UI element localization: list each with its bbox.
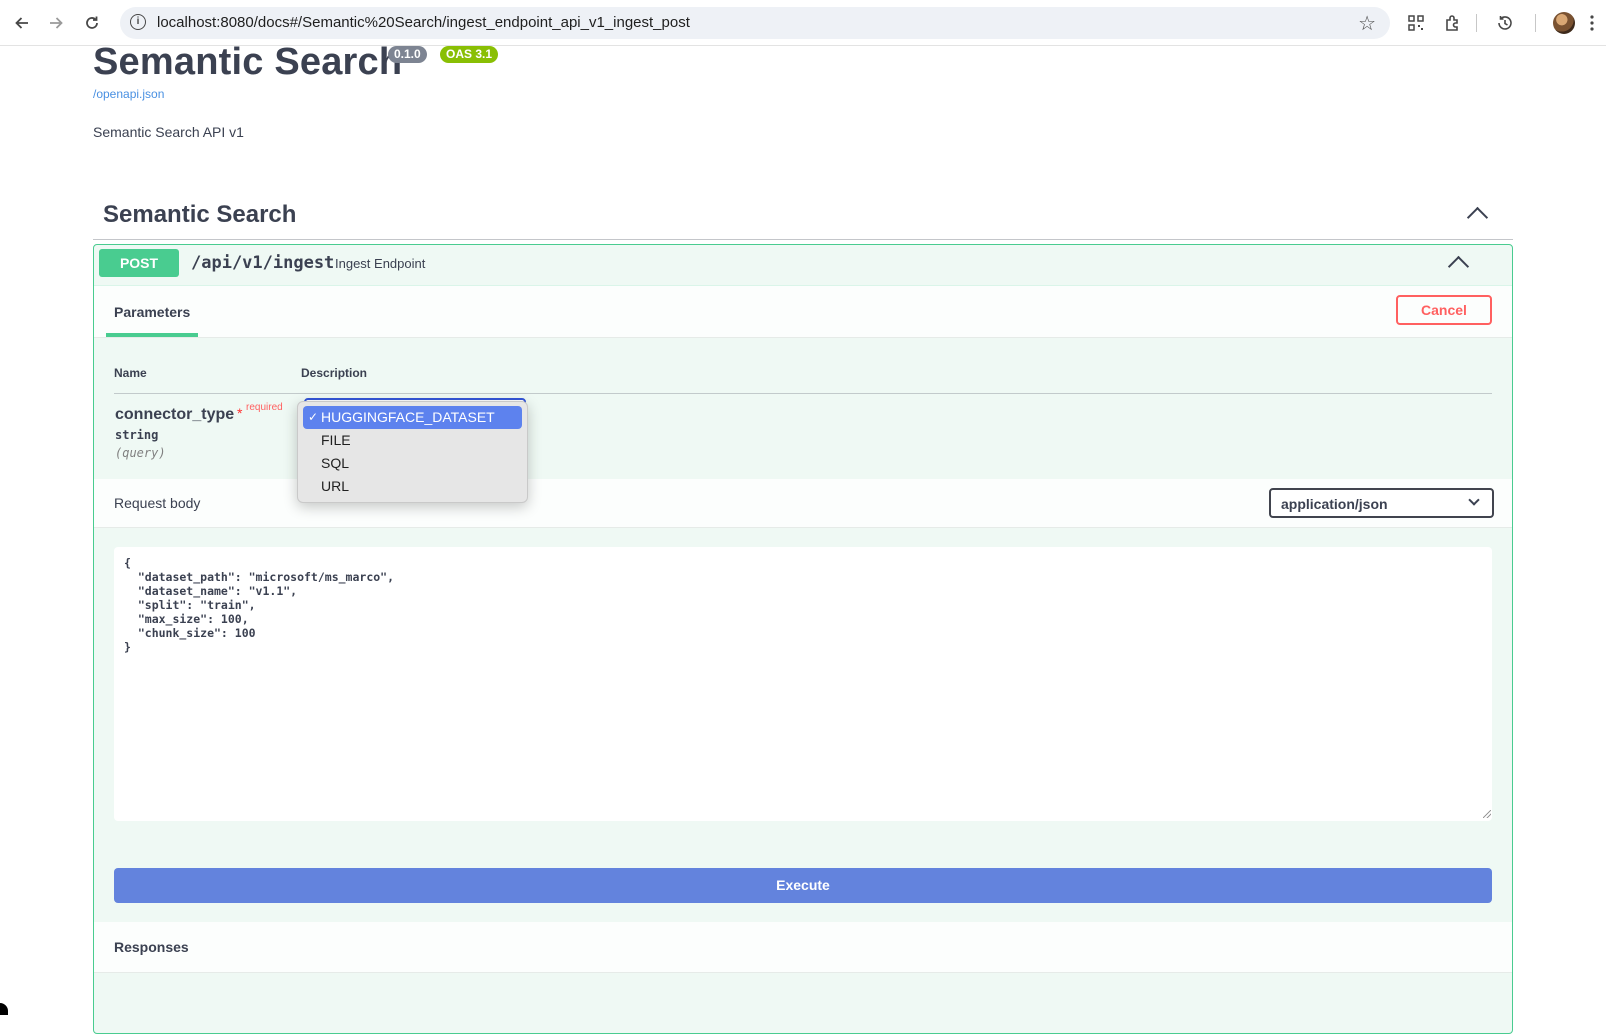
collapse-chevron-up-icon[interactable] bbox=[1466, 206, 1489, 229]
history-icon[interactable] bbox=[1490, 8, 1520, 38]
window-corner bbox=[0, 1003, 8, 1015]
required-label: required bbox=[246, 402, 283, 413]
execute-button[interactable]: Execute bbox=[114, 868, 1492, 903]
connector-type-dropdown: ✓ HUGGINGFACE_DATASET FILE SQL URL bbox=[297, 401, 528, 503]
tab-active-underline bbox=[106, 333, 198, 337]
table-header-divider bbox=[114, 393, 1492, 394]
toolbar-separator bbox=[1535, 14, 1536, 32]
site-info-icon[interactable]: i bbox=[130, 14, 146, 30]
option-label: URL bbox=[321, 478, 350, 494]
dropdown-option-url[interactable]: URL bbox=[303, 475, 522, 498]
reload-icon[interactable] bbox=[77, 8, 107, 38]
dropdown-option-huggingface-dataset[interactable]: ✓ HUGGINGFACE_DATASET bbox=[303, 406, 522, 429]
param-name: connector_type bbox=[115, 406, 235, 423]
tag-title: Semantic Search bbox=[103, 201, 297, 228]
responses-title: Responses bbox=[114, 939, 189, 955]
textarea-resize-handle[interactable] bbox=[1483, 810, 1491, 818]
page-title: Semantic Search bbox=[93, 41, 403, 83]
extensions-icon[interactable] bbox=[1438, 8, 1468, 38]
request-body-textarea[interactable]: { "dataset_path": "microsoft/ms_marco", … bbox=[114, 547, 1492, 821]
operation-summary-text: Ingest Endpoint bbox=[335, 256, 426, 271]
operation-summary[interactable]: POST /api/v1/ingest Ingest Endpoint bbox=[94, 245, 1512, 286]
version-badge: 0.1.0 bbox=[388, 46, 427, 63]
openapi-json-link[interactable]: /openapi.json bbox=[93, 87, 164, 101]
dropdown-option-file[interactable]: FILE bbox=[303, 429, 522, 452]
checkmark-icon: ✓ bbox=[308, 410, 319, 424]
request-body-title: Request body bbox=[114, 495, 201, 511]
method-badge: POST bbox=[99, 249, 179, 277]
param-location: (query) bbox=[115, 446, 166, 460]
content-type-select[interactable]: application/json bbox=[1269, 488, 1494, 518]
oas-badge: OAS 3.1 bbox=[440, 46, 499, 63]
api-description: Semantic Search API v1 bbox=[93, 124, 244, 140]
cancel-button[interactable]: Cancel bbox=[1396, 295, 1492, 325]
forward-icon[interactable] bbox=[41, 8, 71, 38]
required-star: * bbox=[237, 405, 243, 421]
parameters-header: Parameters Cancel bbox=[94, 285, 1512, 338]
column-header-description: Description bbox=[301, 366, 368, 380]
operation-chevron-up-icon[interactable] bbox=[1447, 255, 1470, 278]
url-text: localhost:8080/docs#/Semantic%20Search/i… bbox=[157, 14, 690, 31]
option-label: HUGGINGFACE_DATASET bbox=[321, 409, 495, 425]
operation-path: /api/v1/ingest bbox=[191, 253, 335, 273]
browser-toolbar: i localhost:8080/docs#/Semantic%20Search… bbox=[0, 0, 1606, 46]
column-header-name: Name bbox=[114, 366, 147, 380]
address-bar[interactable]: i localhost:8080/docs#/Semantic%20Search… bbox=[120, 7, 1390, 39]
tab-parameters[interactable]: Parameters bbox=[114, 304, 190, 320]
operation-block: POST /api/v1/ingest Ingest Endpoint Para… bbox=[93, 244, 1513, 1034]
tag-section-header[interactable]: Semantic Search bbox=[93, 189, 1513, 240]
toolbar-separator bbox=[1476, 14, 1477, 32]
back-icon[interactable] bbox=[7, 8, 37, 38]
param-type: string bbox=[115, 428, 159, 442]
chevron-down-icon bbox=[1468, 494, 1480, 506]
content-type-value: application/json bbox=[1281, 496, 1388, 512]
profile-avatar[interactable] bbox=[1553, 12, 1575, 34]
kebab-menu-icon[interactable] bbox=[1582, 8, 1602, 38]
option-label: FILE bbox=[321, 432, 351, 448]
option-label: SQL bbox=[321, 455, 350, 471]
dropdown-option-sql[interactable]: SQL bbox=[303, 452, 522, 475]
qr-code-icon[interactable] bbox=[1401, 8, 1431, 38]
responses-header: Responses bbox=[94, 922, 1512, 973]
bookmark-star-icon[interactable]: ☆ bbox=[1358, 11, 1376, 36]
